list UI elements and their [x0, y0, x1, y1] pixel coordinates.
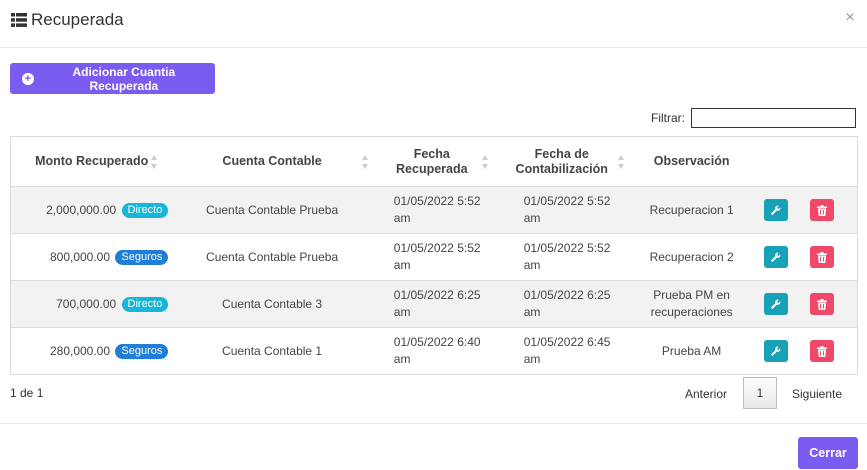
col-fecha-contabilizacion-header[interactable]: Fecha de Contabilización: [501, 136, 632, 187]
table-row: 800,000.00 Seguros Cuenta Contable Prueb…: [10, 234, 858, 281]
observacion-cell: Recuperacion 2: [649, 249, 734, 264]
actions-cell: [752, 234, 858, 281]
footer-divider: [0, 423, 867, 424]
recuperada-modal: Recuperada × + Adicionar Cuantia Recuper…: [0, 0, 867, 470]
sort-icon: [362, 155, 369, 169]
pagination-next-button[interactable]: Siguiente: [792, 387, 842, 401]
trash-icon: [816, 251, 827, 263]
tipo-badge: Seguros: [115, 343, 169, 359]
sort-icon: [481, 155, 489, 169]
monto-value: 800,000.00: [49, 249, 111, 264]
monto-value: 2,000,000.00: [46, 202, 117, 217]
fecha-recuperada-cell: 01/05/2022 6:25 am: [393, 288, 481, 319]
trash-icon: [816, 345, 827, 357]
sort-icon: [151, 155, 158, 169]
add-cuantia-label: Adicionar Cuantia Recuperada: [72, 64, 176, 93]
table-row: 700,000.00 Directo Cuenta Contable 3 01/…: [10, 280, 858, 328]
observacion-cell: Prueba AM: [661, 343, 722, 358]
delete-button[interactable]: [809, 340, 834, 362]
edit-button[interactable]: [763, 246, 788, 268]
filter-label: Filtrar:: [651, 111, 685, 125]
actions-cell: [752, 328, 858, 375]
observacion-cell: Prueba PM en recuperaciones: [650, 288, 733, 319]
fecha-recuperada-cell: 01/05/2022 6:40 am: [393, 335, 481, 366]
wrench-icon: [770, 252, 781, 262]
cuenta-cell: Cuenta Contable Prueba: [206, 202, 339, 217]
filter-input[interactable]: [691, 108, 856, 128]
fecha-contabilizacion-cell: 01/05/2022 6:25 am: [523, 288, 611, 319]
monto-cell: 700,000.00 Directo: [11, 281, 173, 328]
pagination-info: 1 de 1: [10, 386, 44, 400]
monto-cell: 2,000,000.00 Directo: [11, 187, 173, 234]
pagination-page-1[interactable]: 1: [743, 377, 777, 409]
fecha-recuperada-cell: 01/05/2022 5:52 am: [393, 241, 481, 272]
sort-icon: [617, 155, 625, 169]
trash-icon: [816, 204, 827, 216]
wrench-icon: [770, 205, 781, 215]
col-monto-header[interactable]: Monto Recuperado: [10, 136, 173, 187]
col-fecha-recuperada-header[interactable]: Fecha Recuperada: [371, 136, 502, 187]
actions-cell: [752, 187, 858, 234]
plus-circle-icon: +: [22, 72, 34, 85]
tipo-badge: Directo: [121, 202, 169, 218]
close-icon[interactable]: ×: [843, 10, 857, 26]
list-icon: [11, 13, 27, 27]
delete-button[interactable]: [809, 246, 834, 268]
observacion-cell: Recuperacion 1: [649, 202, 734, 217]
edit-button[interactable]: [763, 340, 788, 362]
table-header-row: Monto Recuperado Cuenta Contable Fecha R…: [10, 136, 858, 187]
table-row: 280,000.00 Seguros Cuenta Contable 1 01/…: [11, 328, 858, 375]
pagination-prev-button[interactable]: Anterior: [685, 387, 727, 401]
add-cuantia-button[interactable]: + Adicionar Cuantia Recuperada: [10, 63, 215, 94]
fecha-recuperada-cell: 01/05/2022 5:52 am: [393, 194, 481, 225]
close-button[interactable]: Cerrar: [798, 437, 858, 469]
col-acciones-header: [751, 136, 858, 187]
delete-button[interactable]: [809, 293, 834, 315]
cuenta-cell: Cuenta Contable 1: [222, 343, 323, 358]
delete-button[interactable]: [809, 199, 834, 221]
fecha-contabilizacion-cell: 01/05/2022 6:45 am: [523, 335, 611, 366]
fecha-contabilizacion-cell: 01/05/2022 5:52 am: [523, 241, 611, 272]
fecha-contabilizacion-cell: 01/05/2022 5:52 am: [523, 194, 611, 225]
trash-icon: [816, 298, 827, 310]
tipo-badge: Seguros: [115, 249, 169, 265]
modal-title: Recuperada: [31, 10, 124, 29]
wrench-icon: [770, 299, 781, 309]
table-row: 2,000,000.00 Directo Cuenta Contable Pru…: [10, 186, 858, 234]
monto-value: 700,000.00: [56, 296, 117, 311]
actions-cell: [752, 281, 858, 328]
col-observacion-header: Observación: [631, 136, 752, 187]
col-cuenta-header[interactable]: Cuenta Contable: [172, 136, 372, 187]
monto-value: 280,000.00: [49, 343, 111, 358]
cuenta-cell: Cuenta Contable 3: [222, 296, 323, 311]
tipo-badge: Directo: [121, 296, 169, 312]
cuenta-cell: Cuenta Contable Prueba: [206, 249, 339, 264]
monto-cell: 280,000.00 Seguros: [11, 328, 173, 375]
recuperaciones-table: Monto Recuperado Cuenta Contable Fecha R…: [10, 136, 858, 375]
edit-button[interactable]: [763, 293, 788, 315]
wrench-icon: [770, 346, 781, 356]
edit-button[interactable]: [763, 199, 788, 221]
monto-cell: 800,000.00 Seguros: [11, 234, 173, 281]
modal-header: Recuperada ×: [0, 0, 867, 48]
